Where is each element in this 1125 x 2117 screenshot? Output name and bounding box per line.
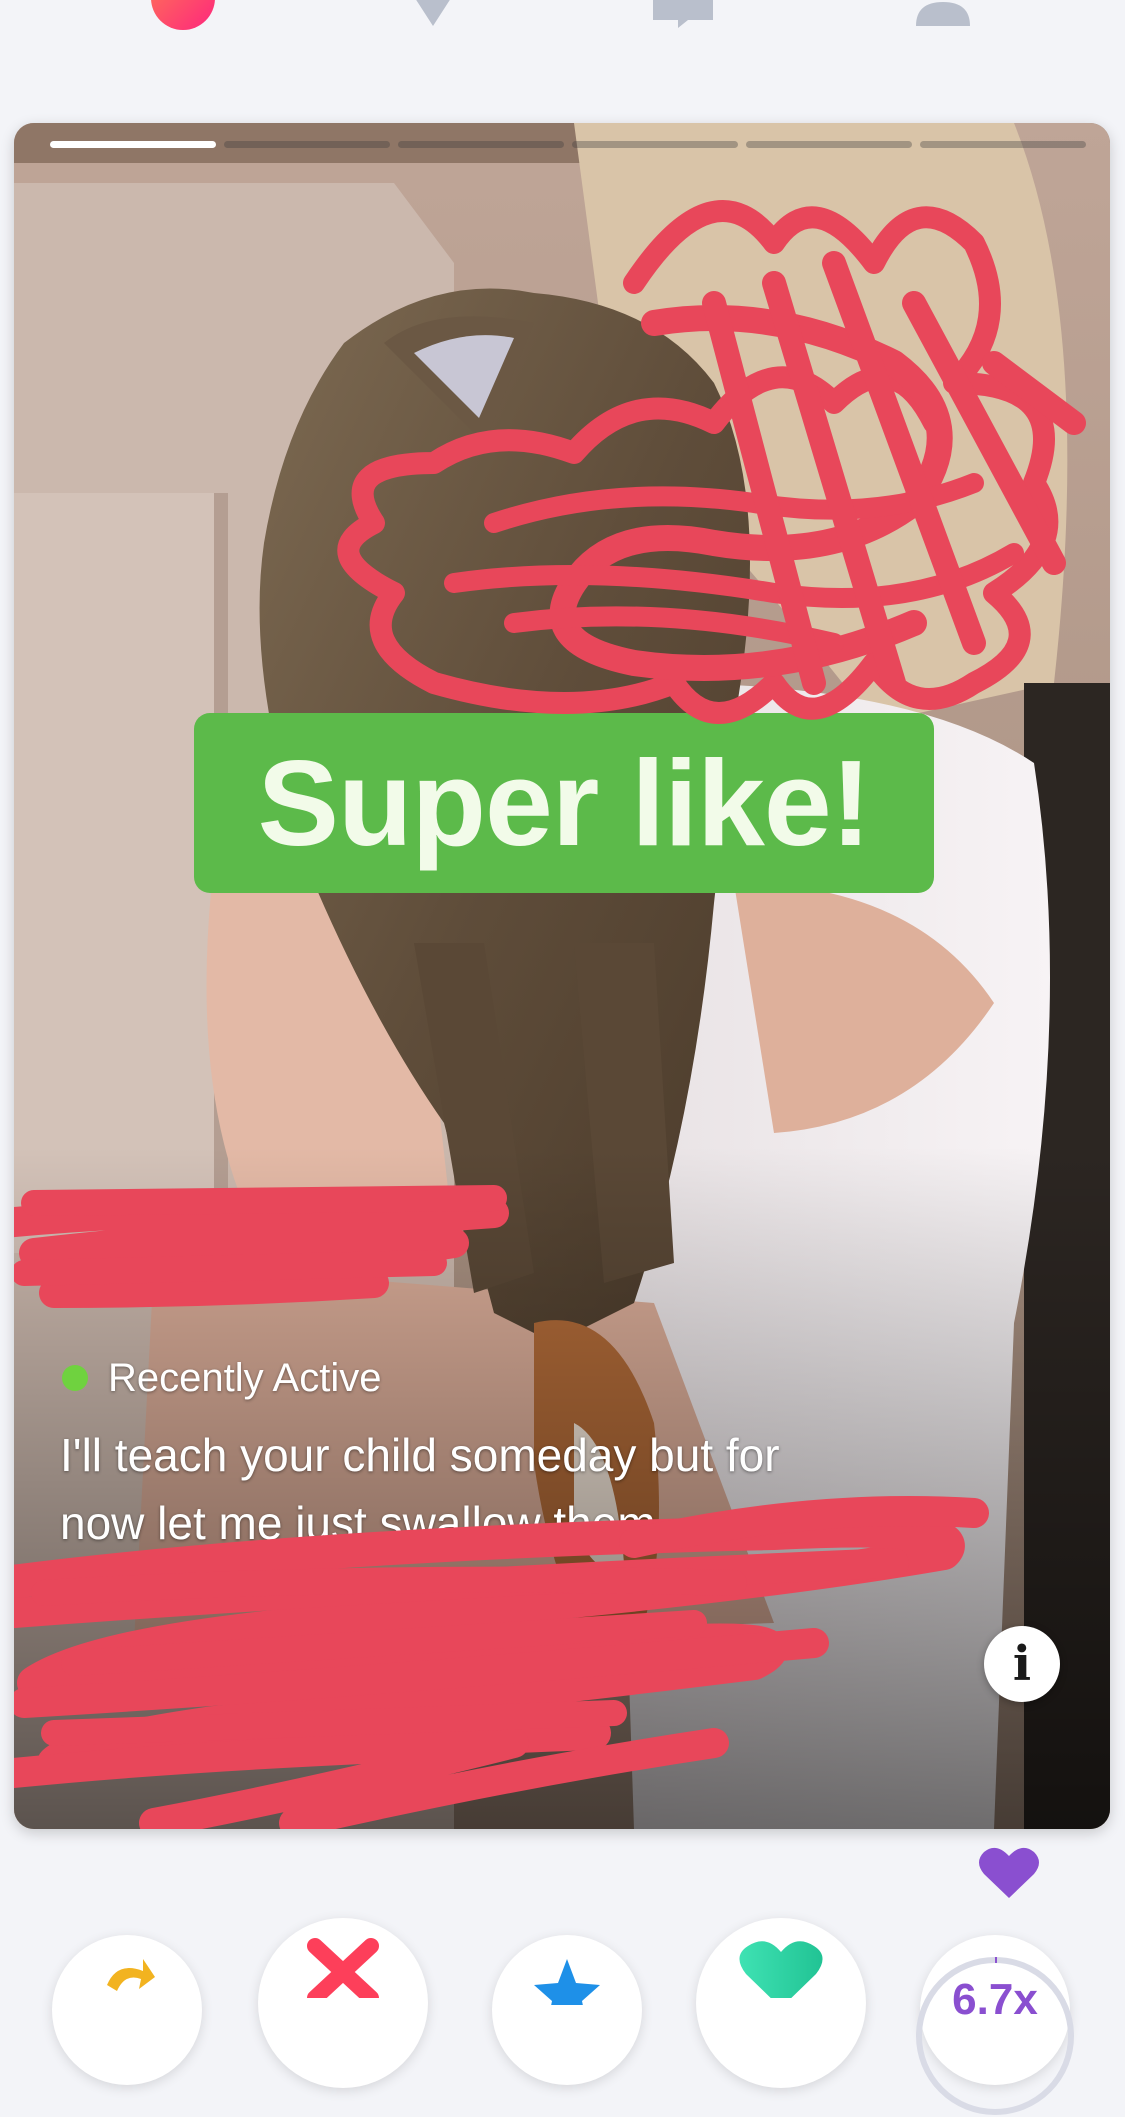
photo-bar[interactable] — [746, 141, 912, 148]
photo-progress-bars — [50, 141, 1086, 149]
photo-bar[interactable] — [398, 141, 564, 148]
rewind-button[interactable] — [52, 1935, 202, 2085]
heart-icon[interactable] — [978, 1844, 1040, 1900]
photo-bar[interactable] — [224, 141, 390, 148]
nope-button[interactable] — [258, 1918, 428, 2088]
boost-multiplier: 6.7x — [952, 1975, 1038, 2024]
activity-status: Recently Active — [62, 1355, 381, 1401]
photo-bar[interactable] — [50, 141, 216, 148]
bio-line: I'll teach your child someday but for — [60, 1429, 780, 1481]
boost-button[interactable]: 6.7x — [916, 1935, 1074, 2115]
profile-card[interactable]: Super like! Recently Active I'll teach y… — [14, 123, 1110, 1829]
info-button[interactable]: i — [984, 1626, 1060, 1702]
bio-line: now let me just swallow them. — [60, 1497, 669, 1549]
online-dot-icon — [62, 1365, 88, 1391]
activity-status-label: Recently Active — [108, 1355, 382, 1400]
photo-bar[interactable] — [920, 141, 1086, 148]
diamond-icon[interactable] — [398, 0, 468, 30]
rewind-icon — [107, 1959, 155, 1991]
chat-icon[interactable] — [648, 0, 718, 30]
profile-bio: I'll teach your child someday but for no… — [60, 1421, 1000, 1557]
super-like-stamp: Super like! — [194, 713, 934, 893]
close-icon — [307, 1938, 379, 1998]
super-like-button[interactable] — [492, 1935, 642, 2085]
profile-icon[interactable] — [908, 0, 978, 30]
star-icon — [534, 1959, 600, 2005]
profile-photo — [14, 123, 1110, 1829]
like-button[interactable] — [696, 1918, 866, 2088]
flame-icon[interactable] — [148, 0, 218, 30]
heart-icon — [739, 1941, 823, 1998]
top-nav — [0, 0, 1125, 60]
photo-bar[interactable] — [572, 141, 738, 148]
